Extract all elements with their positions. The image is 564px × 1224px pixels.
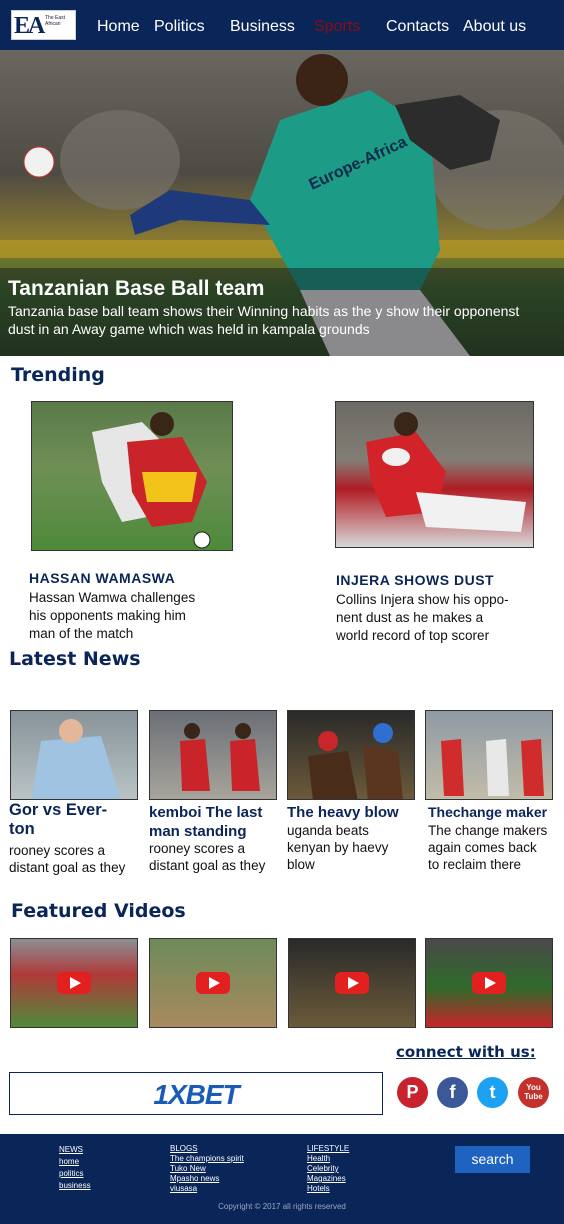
news-summary-3-line: blow: [287, 857, 315, 872]
logo-text: The East African: [45, 15, 66, 27]
news-headline-2[interactable]: kemboi The last man standing: [149, 803, 262, 841]
news-summary-4-line: The change makers: [428, 823, 548, 838]
video-thumbnail-2[interactable]: [149, 938, 277, 1028]
nav-home[interactable]: Home: [97, 18, 140, 36]
trending-headline-1[interactable]: HASSAN WAMASWA: [29, 570, 175, 586]
nav-politics[interactable]: Politics: [154, 18, 205, 36]
pinterest-icon[interactable]: P: [397, 1077, 428, 1108]
news-summary-1-line: distant goal as they: [9, 860, 126, 875]
featured-videos-title: Featured Videos: [11, 900, 186, 922]
news-summary-4: The change makers again comes back to re…: [428, 822, 547, 873]
site-logo[interactable]: EA The East African: [11, 10, 76, 40]
trending-summary-2-line: nent dust as he makes a: [336, 610, 484, 625]
footer-link[interactable]: politics: [59, 1168, 91, 1180]
ad-text: 1XBET: [153, 1079, 239, 1110]
nav-about-us[interactable]: About us: [463, 18, 526, 36]
footer: NEWS home politics business BLOGS The ch…: [0, 1134, 564, 1224]
news-image-4[interactable]: [425, 710, 553, 800]
news-headline-2-line: man standing: [149, 823, 247, 840]
copyright-text: Copyright © 2017 all rights reserved: [218, 1202, 346, 1211]
news-image-3[interactable]: [287, 710, 415, 800]
footer-heading[interactable]: NEWS: [59, 1144, 91, 1156]
footer-link[interactable]: Magazines: [307, 1174, 349, 1184]
footer-heading[interactable]: BLOGS: [170, 1144, 244, 1154]
news-headline-1[interactable]: Gor vs Ever- ton: [9, 801, 107, 839]
footer-link[interactable]: Health: [307, 1154, 349, 1164]
nav-sports[interactable]: Sports: [314, 18, 360, 36]
twitter-icon[interactable]: t: [477, 1077, 508, 1108]
trending-image-1[interactable]: [31, 401, 233, 551]
news-headline-3-line: The heavy blow: [287, 804, 399, 821]
top-navbar: EA The East African Home Politics Busine…: [0, 0, 564, 50]
logo-letters: EA: [14, 13, 45, 39]
trending-summary-2-line: Collins Injera show his oppo-: [336, 592, 509, 607]
trending-headline-2[interactable]: INJERA SHOWS DUST: [336, 572, 494, 588]
news-summary-2-line: distant goal as they: [149, 858, 266, 873]
news-headline-3[interactable]: The heavy blow: [287, 803, 399, 822]
news-summary-4-line: to reclaim there: [428, 857, 522, 872]
news-summary-2-line: rooney scores a: [149, 841, 246, 856]
video-thumbnail-4[interactable]: [425, 938, 553, 1028]
nav-business[interactable]: Business: [230, 18, 295, 36]
youtube-icon[interactable]: You Tube: [518, 1077, 549, 1108]
video-thumbnail-3[interactable]: [288, 938, 416, 1028]
footer-link[interactable]: The champions spirit: [170, 1154, 244, 1164]
news-headline-1-line: Gor vs Ever-: [9, 801, 108, 819]
advertisement-banner[interactable]: 1XBET: [9, 1072, 383, 1115]
hero-description: Tanzania base ball team shows their Winn…: [8, 303, 520, 337]
hero-banner[interactable]: Europe-Africa Tanzanian Base Ball team T…: [0, 50, 564, 356]
trending-summary-2: Collins Injera show his oppo- nent dust …: [336, 591, 509, 645]
trending-title: Trending: [11, 364, 105, 386]
play-icon[interactable]: [57, 972, 91, 994]
footer-link[interactable]: Mpasho news: [170, 1174, 244, 1184]
footer-news-column: NEWS home politics business: [59, 1144, 91, 1192]
news-summary-3: uganda beats kenyan by haevy blow: [287, 822, 388, 873]
trending-image-2[interactable]: [335, 401, 534, 548]
footer-heading[interactable]: LIFESTYLE: [307, 1144, 349, 1154]
news-summary-1: rooney scores a distant goal as they: [9, 842, 125, 876]
footer-link[interactable]: home: [59, 1156, 91, 1168]
latest-news-title: Latest News: [9, 648, 141, 670]
news-headline-4-line: Thechange maker: [428, 804, 548, 820]
page: EA The East African Home Politics Busine…: [0, 0, 564, 1224]
footer-link[interactable]: Celebrity: [307, 1164, 349, 1174]
news-summary-2: rooney scores a distant goal as they: [149, 840, 265, 874]
news-summary-4-line: again comes back: [428, 840, 537, 855]
connect-title: connect with us:: [396, 1043, 536, 1061]
hero-title: Tanzanian Base Ball team: [8, 277, 265, 300]
trending-summary-1-line: man of the match: [29, 626, 134, 641]
footer-blogs-column: BLOGS The champions spirit Tuko New Mpas…: [170, 1144, 244, 1194]
footer-link[interactable]: Hotels: [307, 1184, 349, 1194]
news-headline-4[interactable]: Thechange maker: [428, 803, 547, 822]
search-button[interactable]: search: [455, 1146, 530, 1173]
footer-lifestyle-column: LIFESTYLE Health Celebrity Magazines Hot…: [307, 1144, 349, 1194]
news-headline-2-line: kemboi The last: [149, 804, 263, 821]
footer-link[interactable]: business: [59, 1180, 91, 1192]
trending-summary-2-line: world record of top scorer: [336, 628, 490, 643]
video-thumbnail-1[interactable]: [10, 938, 138, 1028]
news-headline-1-line: ton: [9, 820, 35, 838]
news-summary-3-line: kenyan by haevy: [287, 840, 389, 855]
facebook-icon[interactable]: f: [437, 1077, 468, 1108]
news-summary-1-line: rooney scores a: [9, 843, 106, 858]
news-image-2[interactable]: [149, 710, 277, 800]
nav-contacts[interactable]: Contacts: [386, 18, 449, 36]
play-icon[interactable]: [472, 972, 506, 994]
trending-summary-1-line: his opponents making him: [29, 608, 186, 623]
footer-link[interactable]: Tuko New: [170, 1164, 244, 1174]
trending-summary-1: Hassan Wamwa challenges his opponents ma…: [29, 589, 195, 643]
play-icon[interactable]: [196, 972, 230, 994]
news-image-1[interactable]: [10, 710, 138, 800]
trending-summary-1-line: Hassan Wamwa challenges: [29, 590, 196, 605]
footer-link[interactable]: viusasa: [170, 1184, 244, 1194]
news-summary-3-line: uganda beats: [287, 823, 369, 838]
play-icon[interactable]: [335, 972, 369, 994]
